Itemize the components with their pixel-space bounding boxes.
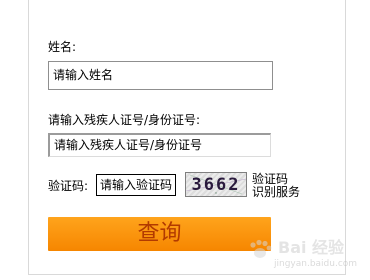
id-number-input[interactable]: 请输入残疾人证号/身份证号 [48, 133, 271, 157]
query-page: 姓名: 请输入姓名 请输入残疾人证号/身份证号: 请输入残疾人证号/身份证号 验… [0, 0, 370, 280]
name-input[interactable]: 请输入姓名 [48, 61, 273, 90]
captcha-image[interactable]: 3662 [185, 172, 247, 197]
id-label: 请输入残疾人证号/身份证号: [48, 113, 201, 127]
captcha-code-text: 3662 [191, 175, 241, 195]
captcha-help-link[interactable]: 验证码 识别服务 [252, 173, 300, 199]
captcha-input[interactable]: 请输入验证码 [96, 174, 176, 196]
captcha-help-line2: 识别服务 [252, 185, 301, 199]
captcha-label: 验证码: [48, 179, 89, 193]
name-label: 姓名: [48, 40, 77, 54]
query-button[interactable]: 查询 [48, 217, 271, 251]
